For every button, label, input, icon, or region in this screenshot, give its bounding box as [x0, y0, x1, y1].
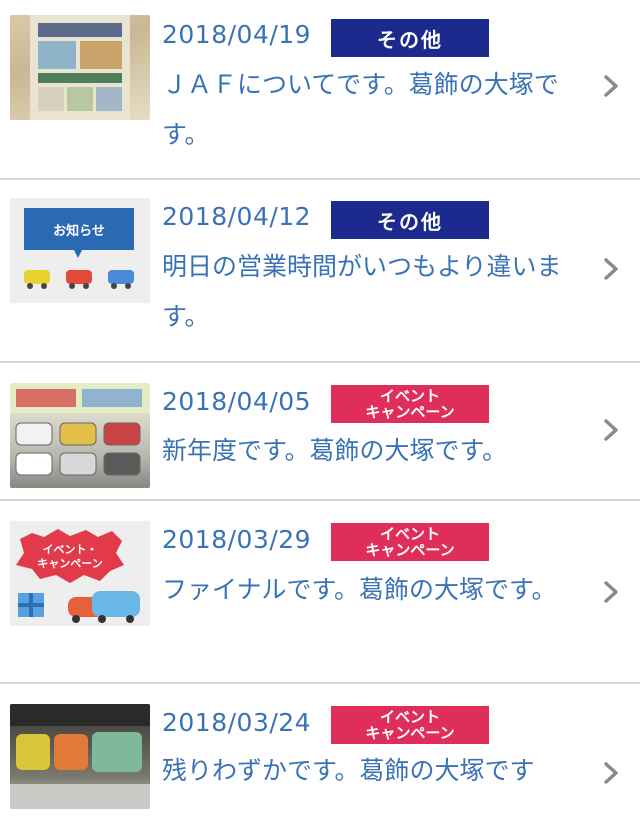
badge-line2: キャンペーン [365, 403, 455, 421]
category-badge-other: その他 [331, 201, 489, 239]
photo-car-flyer-icon [10, 383, 150, 476]
news-title[interactable]: 明日の営業時間がいつもより違います。 [162, 242, 587, 342]
badge-line1: イベント [379, 708, 440, 726]
news-title[interactable]: ファイナルです。葛飾の大塚です。 [162, 565, 587, 615]
news-thumbnail [10, 383, 150, 488]
news-title[interactable]: ＪＡＦについてです。葛飾の大塚です。 [162, 60, 587, 160]
news-date: 2018/04/19 [162, 20, 312, 49]
badge-line2: キャンペーン [365, 724, 455, 742]
category-badge-other: その他 [331, 19, 489, 57]
category-badge-event: イベント キャンペーン [331, 523, 489, 561]
badge-line1: イベント [379, 525, 440, 543]
news-item[interactable]: 2018/04/05 イベント キャンペーン 新年度です。葛飾の大塚です。 [0, 363, 640, 501]
news-item[interactable]: 2018/04/19 その他 ＪＡＦについてです。葛飾の大塚です。 [0, 0, 640, 180]
chevron-right-icon [604, 258, 618, 280]
chevron-right-icon [604, 419, 618, 441]
news-thumbnail: お知らせ [10, 198, 150, 303]
news-item[interactable]: お知らせ 2018/04/12 その他 明日の営業時間がいつもより違います。 [0, 180, 640, 363]
news-title[interactable]: 残りわずかです。葛飾の大塚です [162, 746, 587, 796]
notice-label: お知らせ [53, 223, 105, 239]
chevron-right-icon [604, 762, 618, 784]
news-date: 2018/03/29 [162, 525, 312, 554]
event-label-2: キャンペーン [37, 557, 102, 570]
photo-parked-cars-icon [10, 704, 150, 809]
news-date: 2018/04/12 [162, 202, 312, 231]
chevron-right-icon [604, 581, 618, 603]
chevron-right-icon [604, 75, 618, 97]
notice-cars-illustration-icon: お知らせ [24, 208, 134, 289]
news-date: 2018/03/24 [162, 708, 312, 737]
news-item[interactable]: イベント・ キャンペーン 2018/03/29 イベント キャンペーン ファイナ… [0, 501, 640, 684]
category-badge-event: イベント キャンペーン [331, 385, 489, 423]
news-thumbnail: イベント・ キャンペーン [10, 521, 150, 626]
news-thumbnail [10, 15, 150, 120]
event-campaign-illustration-icon: イベント・ キャンペーン [16, 529, 140, 623]
photo-flyer-icon [30, 15, 130, 120]
news-date: 2018/04/05 [162, 387, 312, 416]
news-item[interactable]: 2018/03/24 イベント キャンペーン 残りわずかです。葛飾の大塚です [0, 684, 640, 822]
badge-line1: イベント [379, 387, 440, 405]
badge-line2: キャンペーン [365, 541, 455, 559]
news-list: 2018/04/19 その他 ＪＡＦについてです。葛飾の大塚です。 お知らせ 2… [0, 0, 640, 822]
news-thumbnail [10, 704, 150, 809]
event-label-1: イベント・ [43, 543, 98, 556]
category-badge-event: イベント キャンペーン [331, 706, 489, 744]
news-title[interactable]: 新年度です。葛飾の大塚です。 [162, 426, 587, 476]
